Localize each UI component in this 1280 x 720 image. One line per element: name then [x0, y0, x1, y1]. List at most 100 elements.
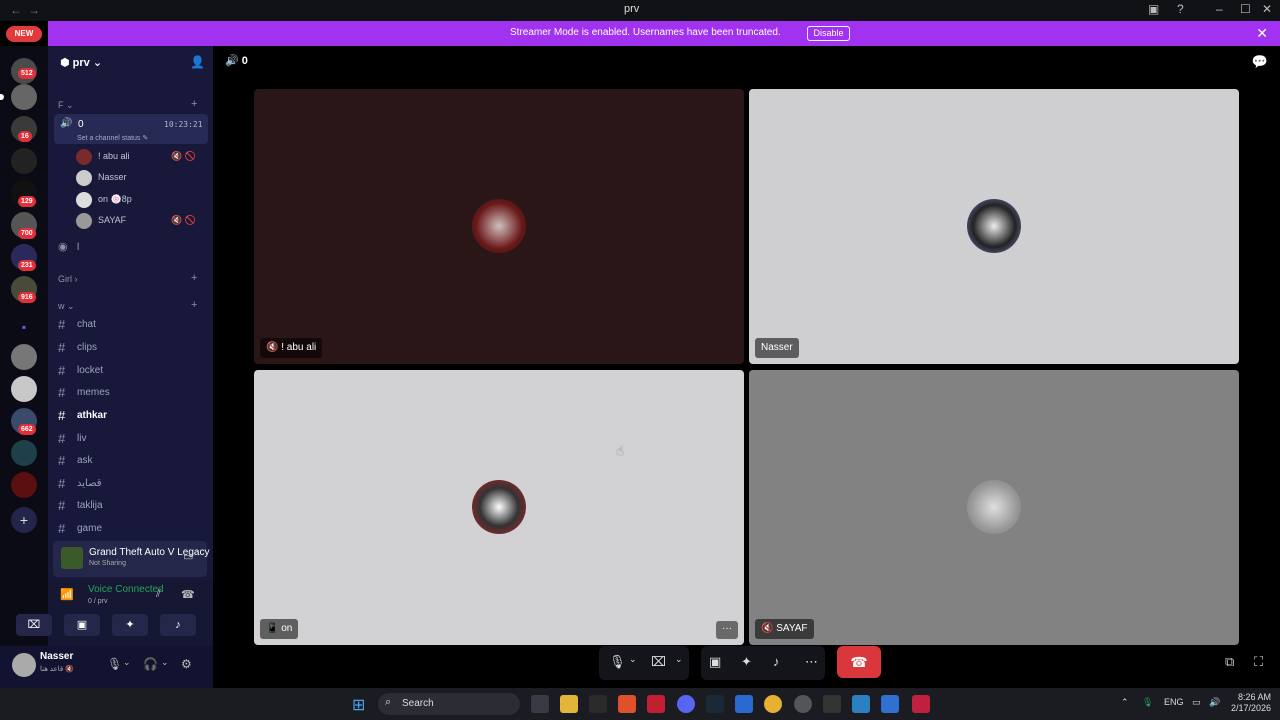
- disable-button[interactable]: Disable: [807, 26, 850, 41]
- category-girl[interactable]: Girl ›: [58, 274, 78, 284]
- soundboard-icon[interactable]: ♪: [773, 654, 780, 669]
- inbox-icon[interactable]: ▣: [1148, 2, 1159, 16]
- voice-connected-title[interactable]: Voice Connected: [88, 584, 164, 595]
- minimize-icon[interactable]: –: [1216, 2, 1223, 16]
- chat-bubble-icon[interactable]: 💬: [1252, 54, 1268, 70]
- banner-close-icon[interactable]: ✕: [1256, 25, 1268, 42]
- server-icon[interactable]: [11, 376, 37, 402]
- maximize-icon[interactable]: ☐: [1240, 2, 1251, 16]
- network-icon[interactable]: ▭: [1192, 697, 1201, 708]
- end-call-button[interactable]: ☎: [837, 646, 881, 678]
- chevron-down-icon[interactable]: ⌄: [161, 657, 169, 668]
- voice-stage: 🔊 0 💬 🔇 ! abu ali Nasser 📱 on ··· 🔇 SAYA…: [213, 46, 1280, 688]
- server-icon[interactable]: [11, 344, 37, 370]
- activities-button[interactable]: ✦: [112, 614, 148, 636]
- mic-camera-controls: 🎙 ⌄ ⌧ ⌄: [599, 646, 689, 680]
- discord-icon[interactable]: [677, 695, 695, 713]
- fullscreen-icon[interactable]: ⛶: [1254, 654, 1263, 670]
- voice-user-name: ! abu ali: [98, 151, 130, 161]
- server-name[interactable]: ⬢ prv ⌄: [60, 56, 102, 69]
- back-arrow-icon[interactable]: ←: [10, 3, 22, 17]
- avatar: [76, 149, 92, 165]
- windows-start-icon[interactable]: ⊞: [352, 695, 365, 715]
- more-options-button[interactable]: ···: [716, 621, 738, 639]
- clock[interactable]: 8:26 AM 2/17/2026: [1231, 692, 1271, 714]
- app-icon[interactable]: [912, 695, 930, 713]
- share-screen-button[interactable]: ▣: [64, 614, 100, 636]
- taskbar-search[interactable]: ⌕ Search: [378, 693, 520, 715]
- share-screen-icon[interactable]: ▭: [183, 550, 193, 563]
- voicemeeter-icon[interactable]: [647, 695, 665, 713]
- create-channel-icon[interactable]: +: [191, 98, 197, 110]
- server-icon[interactable]: [11, 472, 37, 498]
- avatar: [76, 170, 92, 186]
- category-w[interactable]: w ⌄: [58, 301, 75, 312]
- disconnect-icon[interactable]: ☎: [181, 588, 195, 601]
- app-icon[interactable]: [794, 695, 812, 713]
- chevron-down-icon[interactable]: ⌄: [629, 654, 637, 665]
- signal-icon[interactable]: 📶: [60, 588, 74, 601]
- voice-user-name: Nasser: [98, 172, 127, 182]
- muted-deafened-icon: 🔇 🚫: [171, 215, 196, 225]
- participant-avatar: [472, 199, 526, 253]
- task-view-icon[interactable]: [531, 695, 549, 713]
- participant-tile[interactable]: Nasser: [749, 89, 1239, 364]
- create-channel-icon[interactable]: +: [191, 272, 197, 284]
- brave-browser-icon[interactable]: [618, 695, 636, 713]
- steam-icon[interactable]: [706, 695, 724, 713]
- participant-tile[interactable]: 📱 on ···: [254, 370, 744, 645]
- soundboard-button[interactable]: ♪: [160, 614, 196, 636]
- taskbar: ⊞ ⌕ Search ⌃ 🎙 ENG ▭ 🔊 8:26 AM 2/17/2026: [0, 688, 1280, 720]
- server-icon[interactable]: [11, 440, 37, 466]
- language-indicator[interactable]: ENG: [1164, 697, 1184, 707]
- chevron-down-icon[interactable]: ⌄: [675, 654, 683, 665]
- new-badge[interactable]: NEW: [6, 26, 42, 42]
- hash-icon: #: [58, 498, 66, 513]
- help-icon[interactable]: ?: [1177, 2, 1184, 16]
- participant-avatar: [472, 480, 526, 534]
- create-channel-icon[interactable]: +: [191, 299, 197, 311]
- chevron-down-icon[interactable]: ⌄: [123, 657, 131, 668]
- channel-status[interactable]: Set a channel status ✎: [77, 134, 148, 142]
- headphones-icon[interactable]: 🎧: [143, 657, 158, 671]
- category-f[interactable]: F ⌄: [58, 100, 74, 111]
- tray-chevron-icon[interactable]: ⌃: [1121, 697, 1129, 708]
- user-name[interactable]: Nasser: [40, 651, 73, 662]
- voice-channel-0[interactable]: 🔊 0 10:23:21 Set a channel status ✎: [54, 114, 208, 144]
- settings-gear-icon[interactable]: ⚙: [181, 657, 192, 671]
- app-icon[interactable]: [823, 695, 841, 713]
- file-explorer-icon[interactable]: [560, 695, 578, 713]
- close-window-icon[interactable]: ✕: [1262, 2, 1272, 16]
- forward-arrow-icon[interactable]: →: [28, 3, 40, 17]
- mic-tray-icon[interactable]: 🎙: [1142, 697, 1153, 708]
- app-icon[interactable]: [881, 695, 899, 713]
- participant-tile[interactable]: 🔇 ! abu ali: [254, 89, 744, 364]
- server-icon[interactable]: [11, 148, 37, 174]
- microphone-icon[interactable]: 🎙: [609, 654, 626, 670]
- invite-icon[interactable]: 👤: [190, 55, 205, 69]
- avatar[interactable]: [12, 653, 36, 677]
- hash-icon: #: [58, 385, 66, 400]
- volume-icon[interactable]: 🔊: [1209, 697, 1220, 708]
- microphone-icon[interactable]: 🎙: [107, 657, 122, 671]
- server-icon[interactable]: [11, 84, 37, 110]
- camera-off-button[interactable]: ⌧: [16, 614, 52, 636]
- app-icon[interactable]: [589, 695, 607, 713]
- add-server-icon[interactable]: +: [11, 507, 37, 533]
- banner-message: Streamer Mode is enabled. Usernames have…: [510, 27, 781, 38]
- store-icon[interactable]: [735, 695, 753, 713]
- camera-off-icon[interactable]: ⌧: [651, 654, 666, 670]
- more-icon[interactable]: ⋯: [805, 654, 818, 670]
- participant-tile[interactable]: 🔇 SAYAF: [749, 370, 1239, 645]
- folder-icon[interactable]: ▪: [11, 314, 37, 340]
- channel-name: game: [77, 523, 103, 534]
- share-screen-icon[interactable]: ▣: [709, 654, 721, 670]
- chrome-icon[interactable]: [764, 695, 782, 713]
- popout-icon[interactable]: ⧉: [1225, 654, 1234, 670]
- app-icon[interactable]: [852, 695, 870, 713]
- window-title: prv: [624, 3, 640, 15]
- activity-status: Not Sharing: [89, 560, 126, 567]
- activities-icon[interactable]: ✦: [741, 654, 752, 670]
- noise-suppression-icon[interactable]: ⫽: [156, 588, 161, 601]
- user-panel: Nasser قاعد هنا 🔇 🎙 ⌄ 🎧 ⌄ ⚙: [0, 646, 213, 688]
